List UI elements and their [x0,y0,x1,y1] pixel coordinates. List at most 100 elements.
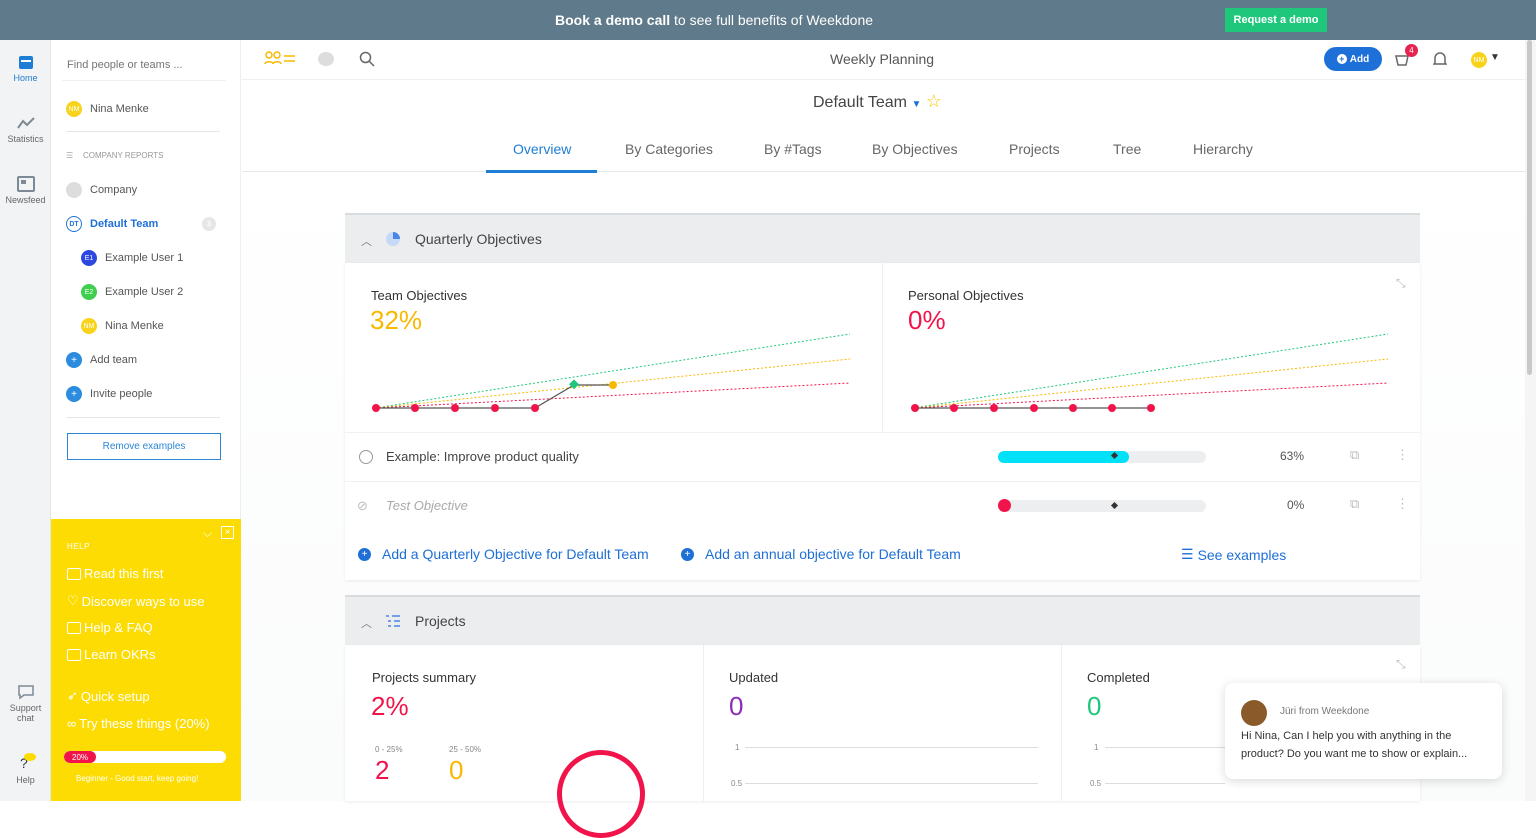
axis-tick: 1 [735,743,740,752]
help-panel: ⌵ × HELP Read this first ♡ Discover ways … [51,519,241,801]
more-options-icon[interactable]: ⋮ [1396,496,1409,512]
rail-newsfeed[interactable]: Newsfeed [0,176,51,205]
projects-donut-chart [557,750,645,838]
chart-icon [16,117,35,129]
people-search-input[interactable] [62,52,226,78]
team-title[interactable]: Default Team ▼ ☆ [813,91,942,112]
objective-progress-bar [998,500,1206,512]
objective-name[interactable]: Example: Improve product quality [386,449,579,464]
projects-header[interactable]: ︿ Projects [345,595,1420,645]
axis-tick: 0.5 [731,779,743,788]
tab-overview[interactable]: Overview [513,141,571,157]
add-button[interactable]: + Add [1324,47,1382,71]
company-reports-heading: ☰ COMPANY REPORTS [66,150,164,160]
left-rail: Home Statistics Newsfeed Support chat ? … [0,40,51,801]
sidebar-member-1[interactable]: E1 Example User 1 [81,248,183,268]
request-demo-button[interactable]: Request a demo [1225,8,1327,32]
range-label: 25 - 50% [449,745,482,754]
chevron-up-icon[interactable]: ︿ [361,615,372,631]
range-label: 0 - 25% [375,745,403,754]
chevron-up-icon[interactable]: ︿ [361,233,372,249]
star-icon[interactable]: ☆ [926,91,942,111]
divider [1061,645,1062,801]
search-icon[interactable] [359,51,375,67]
add-team-link[interactable]: + Add team [66,350,137,370]
help-learn-okrs[interactable]: Learn OKRs [67,647,156,662]
gridline [745,783,1038,784]
tab-hierarchy[interactable]: Hierarchy [1193,141,1253,157]
help-faq[interactable]: Help & FAQ [67,620,153,635]
open-external-icon[interactable]: ⧉ [1350,496,1359,512]
tab-projects[interactable]: Projects [1009,141,1060,157]
collapse-icon[interactable]: ⤡ [1396,657,1406,672]
collapse-chevron-icon[interactable]: ⌵ [203,526,212,541]
chat-sender: Jüri from Weekdone [1280,706,1370,717]
plus-icon: + [1336,54,1347,64]
help-heading: HELP [67,542,90,551]
objective-name[interactable]: Test Objective [386,498,468,513]
search-divider [62,80,226,81]
sidebar-user[interactable]: NM Nina Menke [66,99,149,119]
rail-support-chat[interactable]: Support chat [0,684,51,723]
page-title: Weekly Planning [830,51,935,67]
rail-home[interactable]: Home [0,54,51,83]
progress-fill [998,451,1130,463]
sidebar-member-2[interactable]: E2 Example User 2 [81,282,183,302]
help-try-things[interactable]: ∞ Try these things (20%) [67,716,210,731]
tab-by-objectives[interactable]: By Objectives [872,141,958,157]
completed-label: Completed [1087,670,1150,685]
plus-icon: + [358,547,371,561]
scrollbar-thumb[interactable] [1527,40,1532,375]
bell-icon[interactable] [1433,51,1447,67]
close-icon[interactable]: × [221,526,234,539]
pie-chart-icon [386,232,400,246]
remove-examples-button[interactable]: Remove examples [67,433,221,460]
team-view-icon[interactable] [264,51,296,67]
objective-row[interactable]: Example: Improve product quality 63% ⧉ ⋮ [345,432,1420,480]
question-icon: ? [20,753,36,771]
projects-summary-percent: 2% [371,691,409,721]
collapse-icon[interactable]: ⤡ [1396,276,1406,291]
avatar: NM [66,101,82,117]
quarterly-objectives-card: ⤡ Team Objectives 32% Personal Objective… [345,263,1420,580]
more-options-icon[interactable]: ⋮ [1396,447,1409,463]
help-read-first[interactable]: Read this first [67,566,163,581]
progress-fill: 20% [64,751,97,763]
invite-people-link[interactable]: + Invite people [66,384,152,404]
list-icon: ☰ [1181,546,1194,562]
avatar[interactable]: NM [1471,52,1487,68]
paper-plane-icon: ➶ [67,688,78,703]
help-quick-setup[interactable]: ➶ Quick setup [67,688,150,704]
tab-tree[interactable]: Tree [1113,141,1141,157]
gridline [1105,747,1225,748]
objective-row[interactable]: ⊘ Test Objective 0% ⧉ ⋮ [345,481,1420,529]
status-circle-icon[interactable] [359,450,373,464]
avatar: E2 [81,284,97,300]
quarterly-objectives-header[interactable]: ︿ Quarterly Objectives [345,213,1420,263]
view-tabs: Overview By Categories By #Tags By Objec… [242,130,1525,173]
divider [703,645,704,801]
completed-value: 0 [1087,691,1102,721]
top-bar: Weekly Planning + Add 4 NM ▼ [242,40,1525,80]
sidebar-item-default-team[interactable]: DT Default Team 3 [66,214,216,234]
company-logo-icon[interactable] [318,52,334,66]
tab-by-categories[interactable]: By Categories [625,141,713,157]
open-external-icon[interactable]: ⧉ [1350,447,1359,463]
add-annual-objective-link[interactable]: + Add an annual objective for Default Tea… [681,546,961,562]
rail-help[interactable]: ? Help [0,752,51,785]
help-discover[interactable]: ♡ Discover ways to use [67,593,204,609]
sidebar-member-3[interactable]: NM Nina Menke [81,316,164,336]
avatar: E1 [81,250,97,266]
tab-by-tags[interactable]: By #Tags [764,141,822,157]
rail-statistics[interactable]: Statistics [0,115,51,144]
add-quarterly-objective-link[interactable]: + Add a Quarterly Objective for Default T… [358,546,649,562]
sidebar-item-company[interactable]: Company [66,180,137,200]
team-progress-chart [372,333,851,412]
see-examples-link[interactable]: ☰ See examples [1181,546,1286,563]
caret-down-icon[interactable]: ▼ [1490,52,1500,63]
calendar-icon [18,56,33,69]
personal-progress-chart [911,333,1389,412]
team-count-badge: 3 [202,217,216,231]
caret-down-icon[interactable]: ▼ [911,99,921,110]
support-chat-popup[interactable]: Jüri from Weekdone Hi Nina, Can I help y… [1225,683,1502,779]
